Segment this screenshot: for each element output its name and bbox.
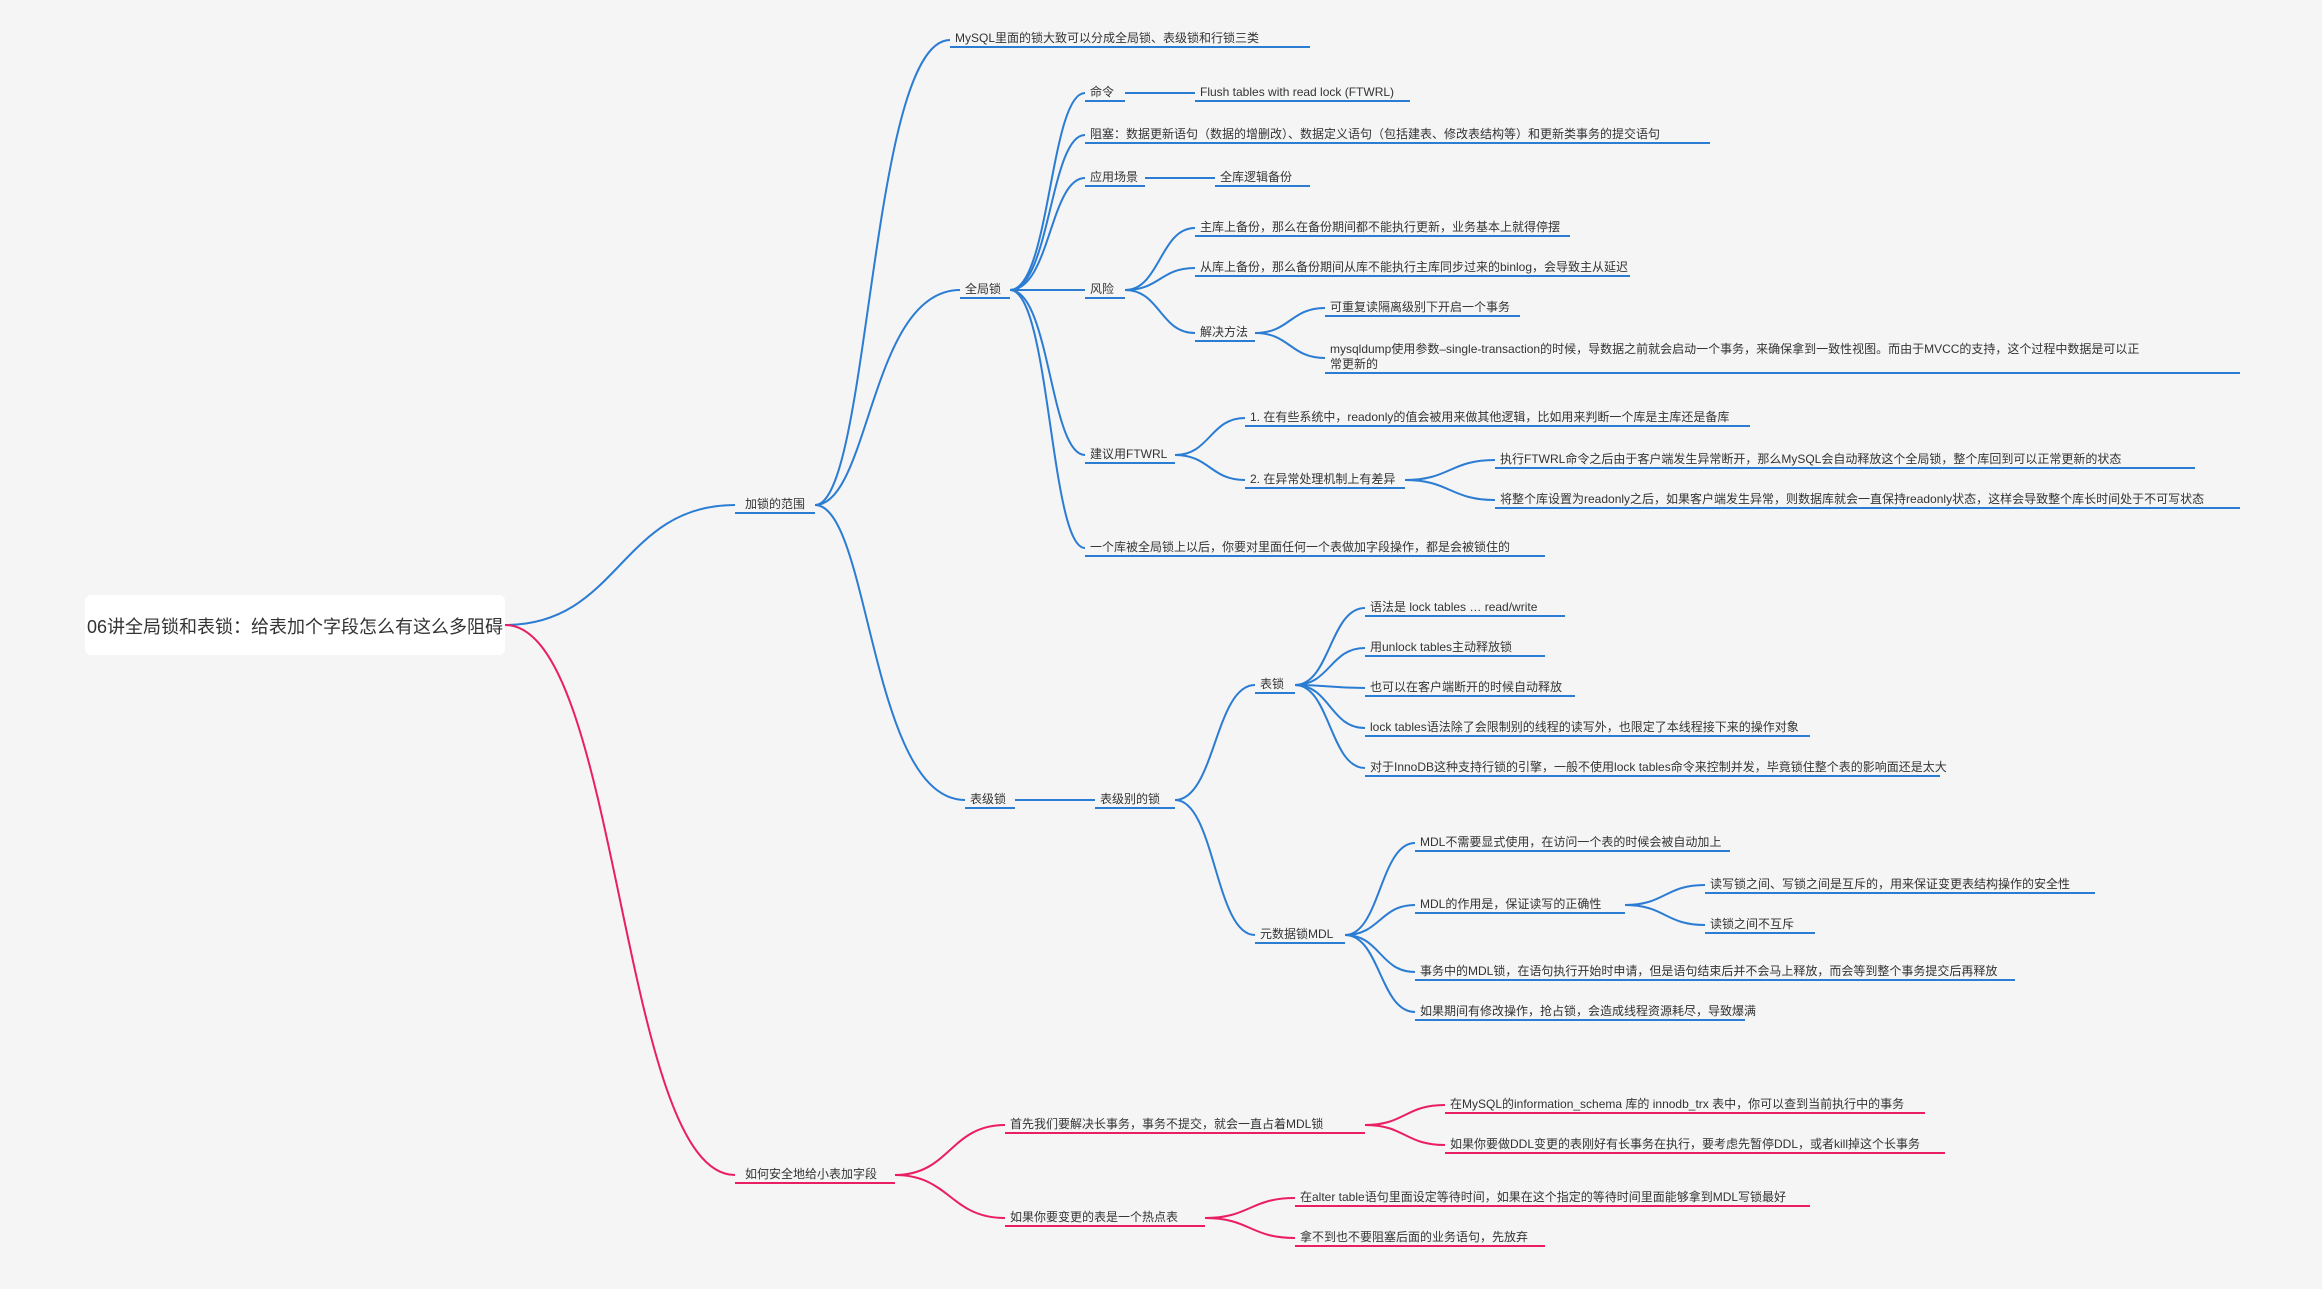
b2r1: 首先我们要解决长事务，事务不提交，就会一直占着MDL锁 — [1010, 1116, 1323, 1131]
m2a: 读写锁之间、写锁之间是互斥的，用来保证变更表结构操作的安全性 — [1710, 876, 2070, 891]
m3: 事务中的MDL锁，在语句执行开始时申请，但是语句结束后并不会马上释放，而会等到整… — [1420, 963, 1997, 978]
b2r2b: 拿不到也不要阻塞后面的业务语句，先放弃 — [1300, 1229, 1528, 1244]
b2r1b: 如果你要做DDL变更的表刚好有长事务在执行，要考虑先暂停DDL，或者kill掉这… — [1450, 1136, 1920, 1151]
l4: lock tables语法除了会限制别的线程的读写外，也限定了本线程接下来的操作… — [1370, 719, 1799, 734]
b2-title: 如何安全地给小表加字段 — [745, 1166, 877, 1181]
solve-s1: 可重复读隔离级别下开启一个事务 — [1330, 299, 1510, 314]
risk-title: 风险 — [1090, 281, 1114, 296]
intro: MySQL里面的锁大致可以分成全局锁、表级锁和行锁三类 — [955, 30, 1259, 45]
l2: 用unlock tables主动释放锁 — [1370, 639, 1512, 654]
m2b: 读锁之间不互斥 — [1710, 916, 1794, 931]
ftwrl-title: 建议用FTWRL — [1090, 447, 1168, 461]
locks-title: 表锁 — [1260, 676, 1284, 691]
ftwrl-r2b: 将整个库设置为readonly之后，如果客户端发生异常，则数据库就会一直保持re… — [1500, 491, 2204, 506]
l5: 对于InnoDB这种支持行锁的引擎，一般不使用lock tables命令来控制并… — [1370, 759, 1947, 774]
cmd-v: Flush tables with read lock (FTWRL) — [1200, 85, 1394, 99]
m4: 如果期间有修改操作，抢占锁，会造成线程资源耗尽，导致爆满 — [1420, 1003, 1756, 1018]
global-note: 一个库被全局锁上以后，你要对里面任何一个表做加字段操作，都是会被锁住的 — [1090, 539, 1510, 554]
root-label: 06讲全局锁和表锁：给表加个字段怎么有这么多阻碍 — [87, 617, 503, 637]
b2r2a: 在alter table语句里面设定等待时间，如果在这个指定的等待时间里面能够拿… — [1300, 1189, 1786, 1204]
risk-r2: 从库上备份，那么备份期间从库不能执行主库同步过来的binlog，会导致主从延迟 — [1200, 259, 1628, 274]
risk-r1: 主库上备份，那么在备份期间都不能执行更新，业务基本上就得停摆 — [1200, 219, 1560, 234]
m2t: MDL的作用是，保证读写的正确性 — [1420, 896, 1601, 911]
ftwrl-r1: 1. 在有些系统中，readonly的值会被用来做其他逻辑，比如用来判断一个库是… — [1250, 409, 1729, 424]
b1-title: 加锁的范围 — [745, 496, 805, 511]
cmd-k: 命令 — [1090, 84, 1114, 99]
table-title: 表级锁 — [970, 791, 1006, 806]
l3: 也可以在客户端断开的时候自动释放 — [1370, 679, 1562, 694]
solve-title: 解决方法 — [1200, 324, 1248, 339]
global-title: 全局锁 — [965, 281, 1001, 296]
solve-s2a: mysqldump使用参数–single-transaction的时候，导数据之… — [1330, 341, 2139, 356]
table-nest: 表级别的锁 — [1100, 791, 1160, 806]
l1: 语法是 lock tables … read/write — [1370, 600, 1538, 614]
solve-s2b: 常更新的 — [1330, 356, 1378, 371]
m1: MDL不需要显式使用，在访问一个表的时候会被自动加上 — [1420, 834, 1721, 849]
usage-v: 全库逻辑备份 — [1220, 169, 1292, 184]
ftwrl-r2a: 执行FTWRL命令之后由于客户端发生异常断开，那么MySQL会自动释放这个全局锁… — [1500, 451, 2121, 466]
b2r1a: 在MySQL的information_schema 库的 innodb_trx … — [1450, 1096, 1904, 1111]
b2r2: 如果你要变更的表是一个热点表 — [1010, 1209, 1178, 1224]
block: 阻塞：数据更新语句（数据的增删改）、数据定义语句（包括建表、修改表结构等）和更新… — [1090, 126, 1660, 141]
mdl-title: 元数据锁MDL — [1260, 926, 1334, 941]
ftwrl-r2t: 2. 在异常处理机制上有差异 — [1250, 472, 1395, 486]
usage-k: 应用场景 — [1090, 169, 1138, 184]
